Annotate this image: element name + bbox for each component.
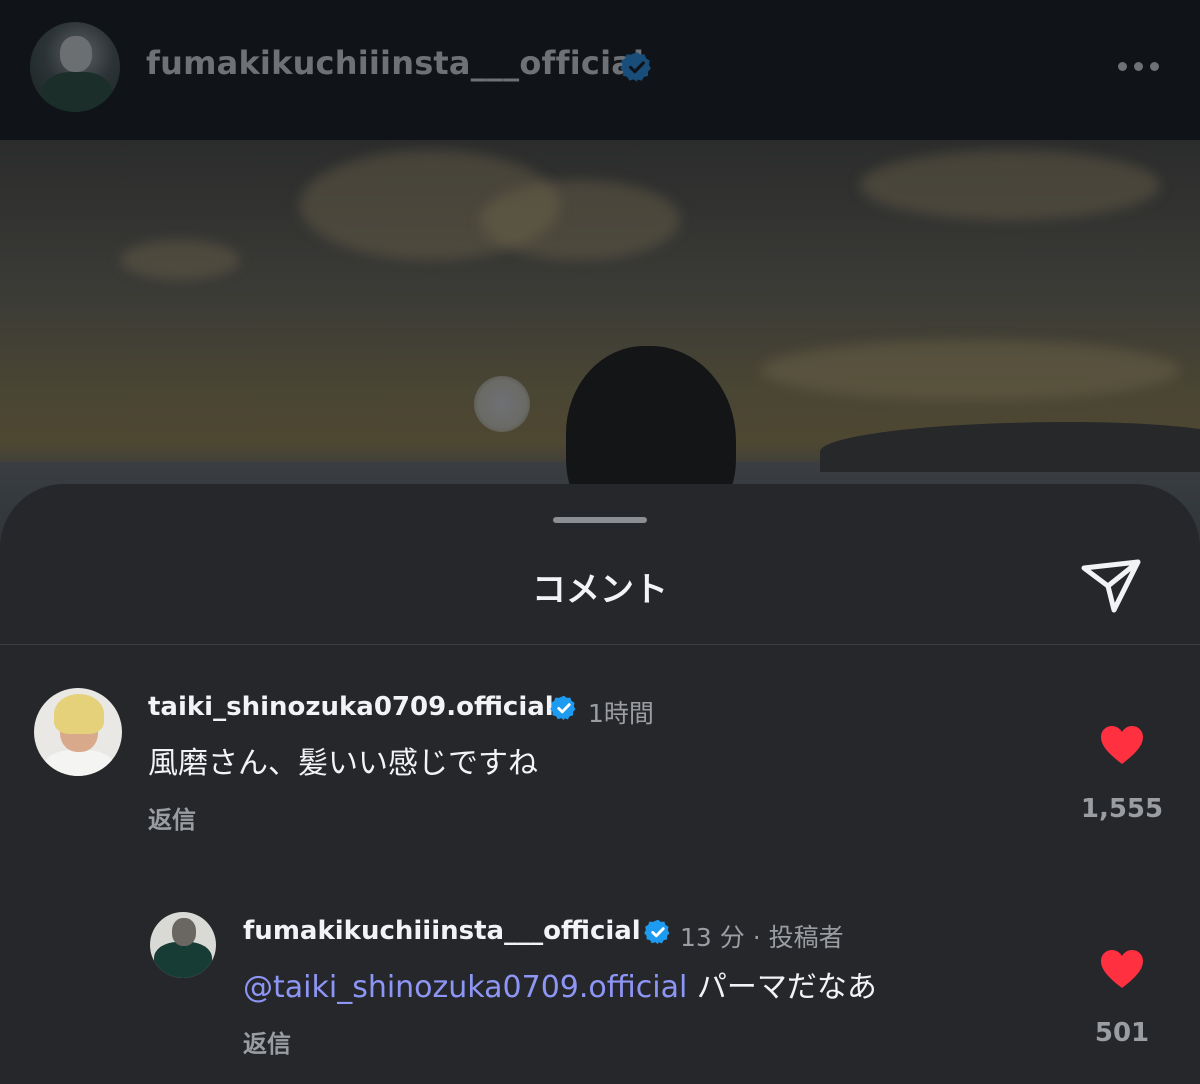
photo-cloud	[120, 240, 240, 280]
avatar-hair	[54, 694, 104, 734]
reply-author-avatar[interactable]	[150, 912, 216, 978]
more-options-icon[interactable]	[1112, 50, 1166, 84]
heart-icon[interactable]	[1099, 724, 1145, 766]
app-root: fumakikuchiiinsta___official コメント taiki_…	[0, 0, 1200, 1084]
sheet-title: コメント	[532, 570, 668, 610]
reply-text: パーマだなあ	[687, 970, 877, 1005]
verified-badge-icon	[644, 919, 670, 945]
sheet-divider	[0, 644, 1200, 645]
heart-icon[interactable]	[1099, 948, 1145, 990]
comments-sheet: コメント taiki_shinozuka0709.official 1時間 風磨…	[0, 484, 1200, 1084]
verified-badge-icon	[620, 52, 651, 82]
photo-island	[820, 422, 1200, 472]
avatar-face	[172, 918, 196, 946]
verified-badge-icon	[550, 695, 576, 721]
like-count: 501	[1094, 1018, 1150, 1048]
share-send-icon[interactable]	[1078, 556, 1144, 616]
post-header: fumakikuchiiinsta___official	[0, 0, 1200, 140]
reply-button[interactable]: 返信	[148, 800, 196, 835]
reply-username[interactable]: fumakikuchiiinsta___official	[243, 916, 641, 946]
photo-sun	[474, 376, 530, 432]
avatar-shirt	[44, 750, 114, 776]
photo-cloud	[480, 180, 680, 260]
like-count: 1,555	[1080, 794, 1164, 824]
mention-link[interactable]: @taiki_shinozuka0709.official	[243, 970, 687, 1005]
avatar-face	[60, 36, 92, 72]
avatar-body	[154, 942, 212, 978]
photo-cloud	[860, 150, 1160, 220]
comment-author-avatar[interactable]	[34, 688, 122, 776]
comment-text: 風磨さん、髪いい感じですね	[148, 746, 538, 781]
photo-cloud	[760, 340, 1180, 400]
avatar-body	[42, 72, 112, 112]
reply-timestamp: 13 分 · 投稿者	[680, 923, 844, 952]
drag-handle[interactable]	[553, 517, 647, 523]
reply-text-line: @taiki_shinozuka0709.official パーマだなあ	[243, 962, 877, 1006]
reply-button[interactable]: 返信	[243, 1024, 291, 1059]
comment-timestamp: 1時間	[588, 699, 654, 728]
post-author-avatar[interactable]	[30, 22, 120, 112]
post-author-username[interactable]: fumakikuchiiinsta___official	[146, 44, 644, 82]
comment-username[interactable]: taiki_shinozuka0709.official	[148, 692, 554, 722]
